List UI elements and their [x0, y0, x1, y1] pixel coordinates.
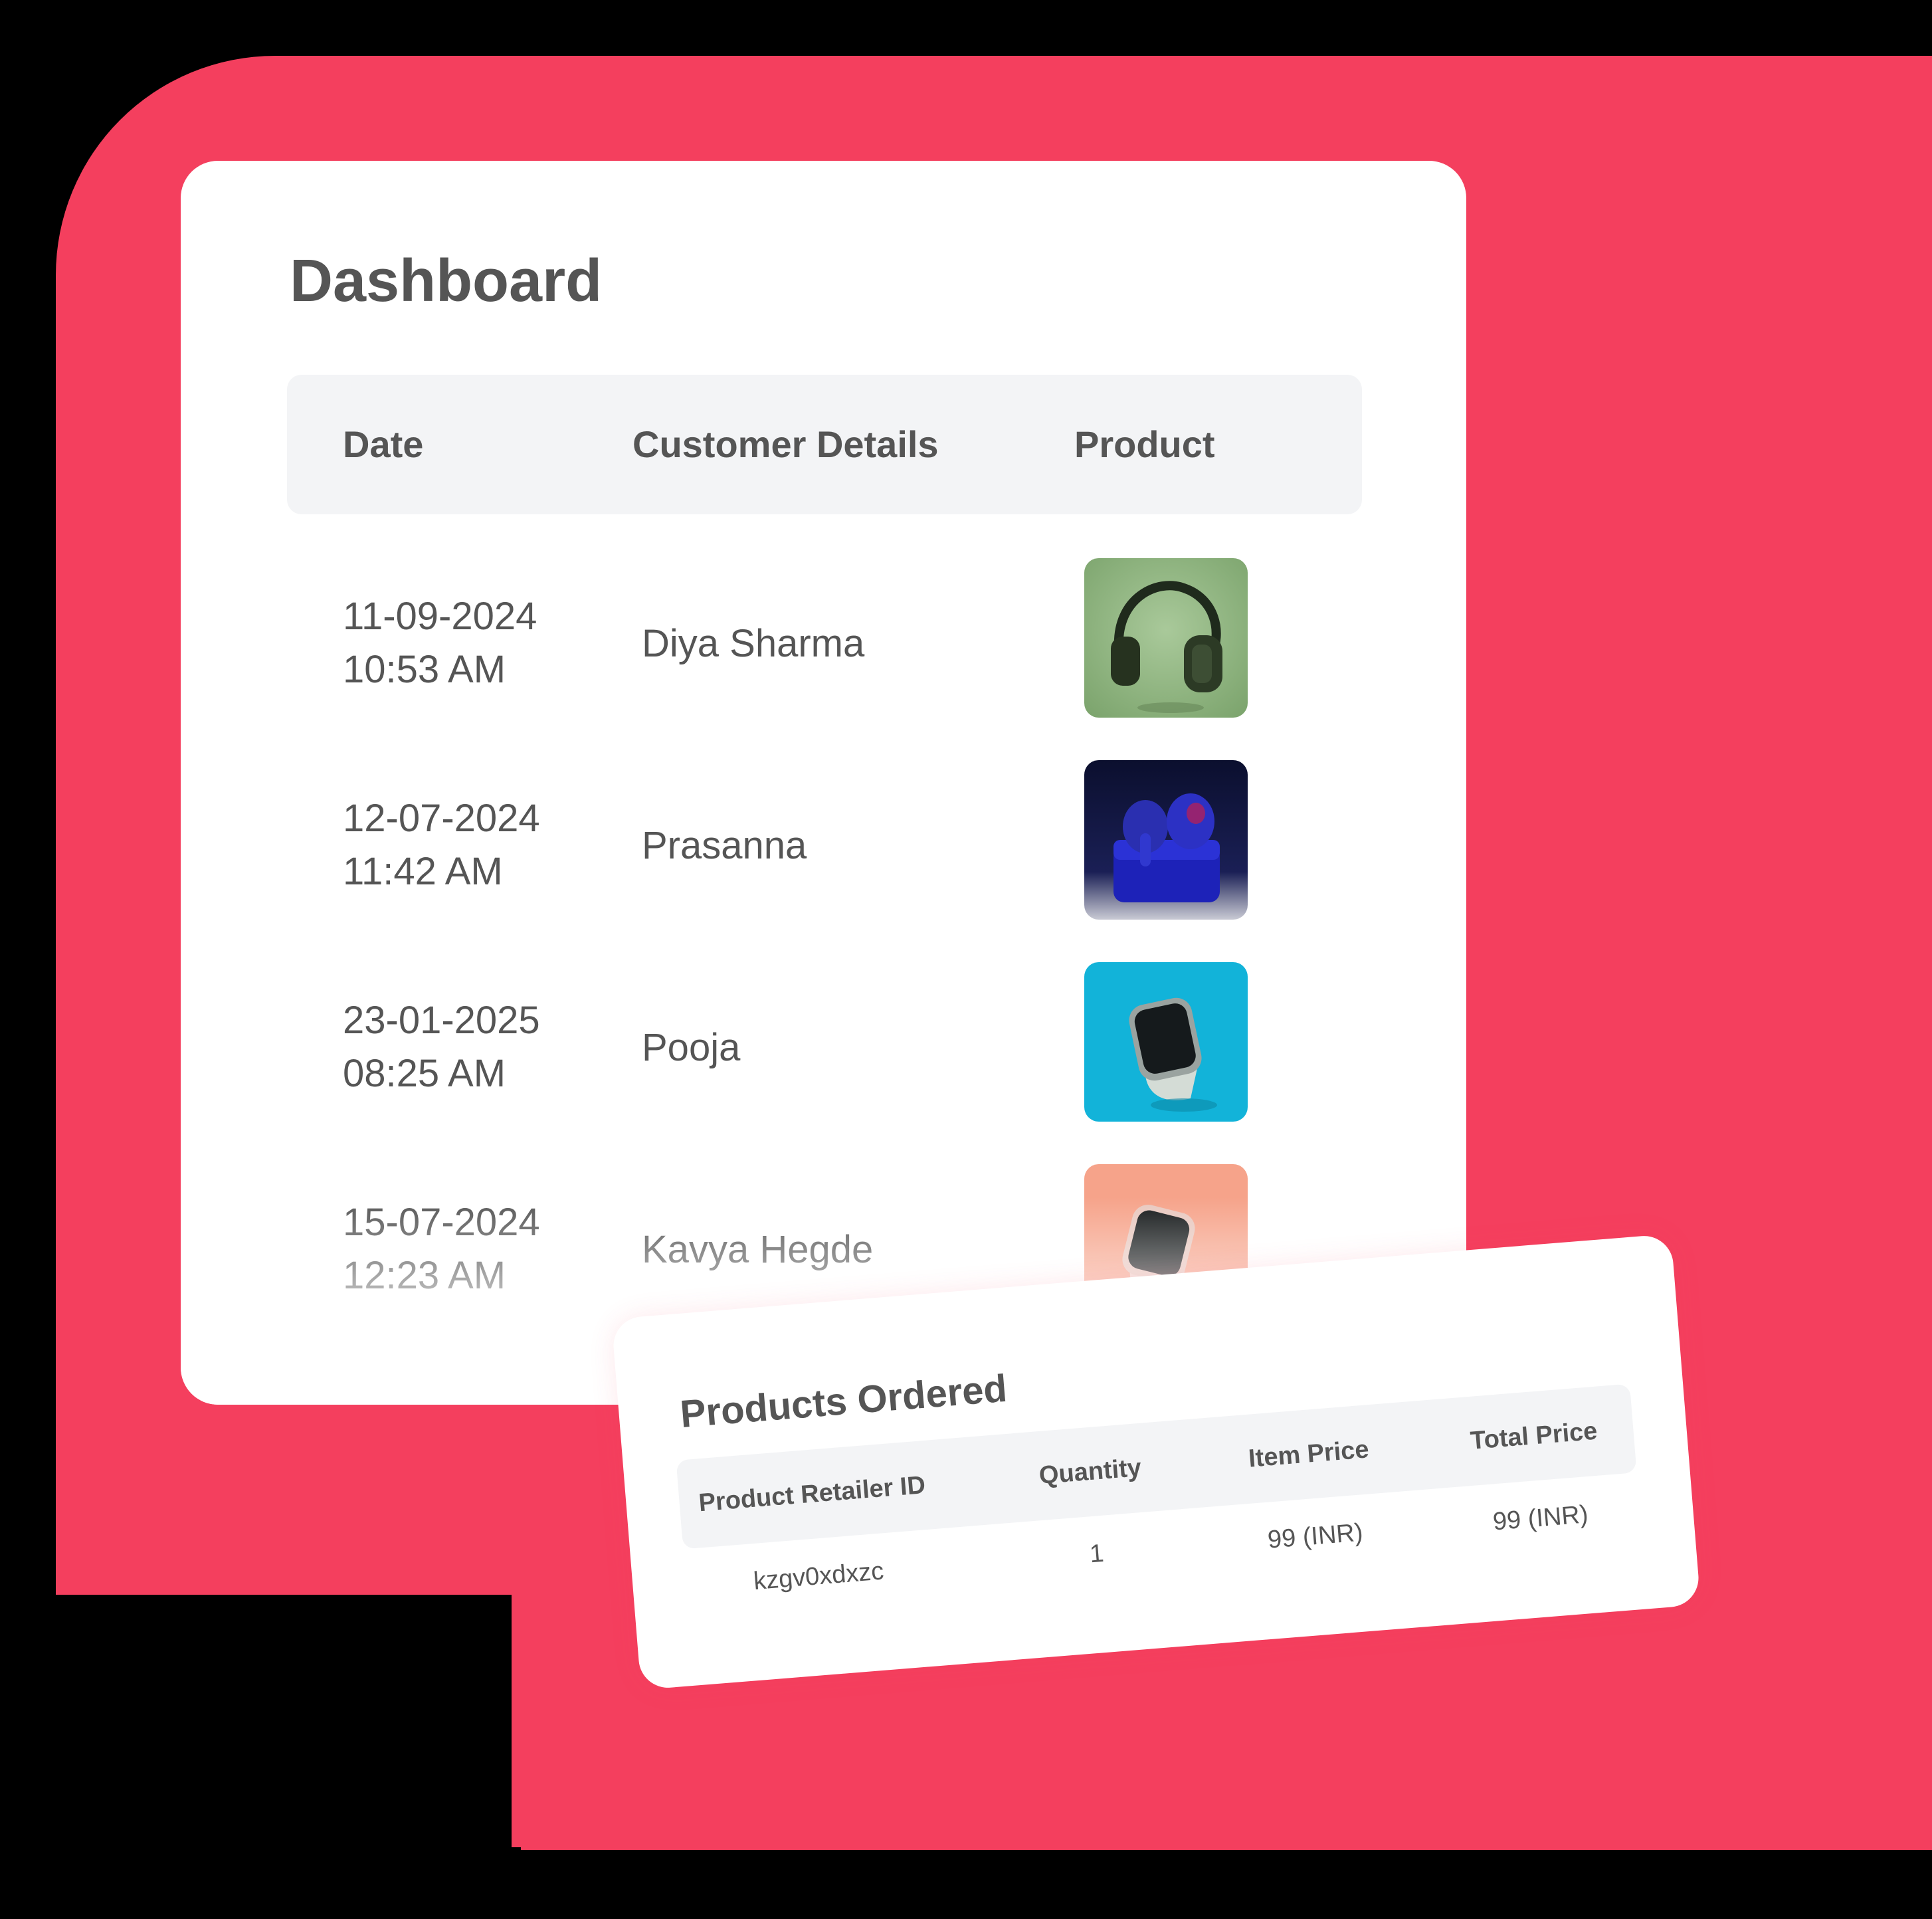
background-notch [56, 1595, 521, 1874]
table-row[interactable]: 11-09-2024 10:53 AM Diya Sharma [181, 542, 1466, 744]
column-header-retailer-id[interactable]: Product Retailer ID [689, 1440, 935, 1548]
order-date: 12-07-2024 [343, 797, 540, 840]
column-header-customer[interactable]: Customer Details [632, 375, 939, 514]
earbuds-image[interactable] [1084, 760, 1248, 920]
smartwatch-blue-image[interactable] [1084, 962, 1248, 1122]
products-ordered-title: Products Ordered [678, 1366, 1009, 1437]
order-time: 11:42 AM [343, 850, 503, 893]
dashboard-card: Dashboard Date Customer Details Product … [181, 161, 1466, 1405]
order-time: 08:25 AM [343, 1052, 506, 1095]
column-header-date[interactable]: Date [343, 375, 423, 514]
table-header: Date Customer Details Product [287, 375, 1362, 514]
customer-name[interactable]: Diya Sharma [642, 542, 864, 744]
column-header-product[interactable]: Product [1074, 375, 1215, 514]
order-date: 11-09-2024 [343, 595, 537, 638]
quantity-cell: 1 [1088, 1539, 1106, 1569]
order-date-cell: 11-09-2024 10:53 AM [343, 542, 537, 744]
column-header-quantity[interactable]: Quantity [1007, 1421, 1173, 1523]
page-title: Dashboard [290, 248, 603, 314]
item-price-cell: 99 (INR) [1266, 1518, 1364, 1554]
order-date: 23-01-2025 [343, 999, 540, 1042]
retailer-id-cell: kzgv0xdxzc [752, 1557, 885, 1596]
order-time: 12:23 AM [343, 1254, 506, 1297]
headphones-image[interactable] [1084, 558, 1248, 718]
table-row[interactable]: 12-07-2024 11:42 AM Prasanna [181, 744, 1466, 946]
order-date-cell: 23-01-2025 08:25 AM [343, 946, 540, 1148]
table-row[interactable]: 23-01-2025 08:25 AM Pooja [181, 946, 1466, 1148]
total-price-cell: 99 (INR) [1492, 1500, 1589, 1536]
order-date: 15-07-2024 [343, 1201, 540, 1244]
order-time: 10:53 AM [343, 648, 506, 691]
column-header-item-price[interactable]: Item Price [1219, 1403, 1399, 1505]
customer-name[interactable]: Prasanna [642, 744, 807, 946]
customer-name[interactable]: Pooja [642, 946, 740, 1148]
order-date-cell: 12-07-2024 11:42 AM [343, 744, 540, 946]
order-date-cell: 15-07-2024 12:23 AM [343, 1148, 540, 1350]
column-header-total-price[interactable]: Total Price [1444, 1385, 1624, 1487]
